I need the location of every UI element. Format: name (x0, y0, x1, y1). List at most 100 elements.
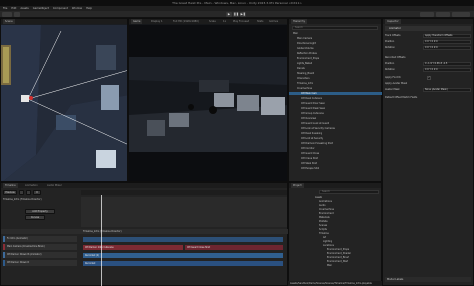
hierarchy-item[interactable]: Main (293, 32, 298, 35)
hierarchy-item[interactable]: Environment_Props (297, 57, 319, 60)
hierarchy-item[interactable]: CM Loot at Security (301, 137, 323, 140)
project-folder[interactable]: Main (327, 264, 332, 267)
tab-animation[interactable]: Animation (23, 183, 40, 188)
track-header[interactable]: Fx Intro (Animator) (3, 236, 77, 242)
project-folder[interactable]: Environment_Shader (327, 252, 351, 255)
resolution-dropdown[interactable]: Full HD (1920x1080) (171, 19, 201, 24)
timeline-clip[interactable]: CM Demon Intro Cutscene (83, 245, 183, 250)
hierarchy-item[interactable]: CM Desk Sneaking (301, 132, 322, 135)
project-folder[interactable]: Scenes (319, 224, 327, 227)
hierarchy-item[interactable]: Global Volume (297, 47, 314, 50)
hierarchy-item[interactable]: CM Diamond Sneaking Shot (301, 142, 333, 145)
animation-curve-area[interactable] (81, 197, 287, 227)
recorded-rotation-field[interactable]: X 0 Y 0 Z 0 (423, 68, 471, 72)
hierarchy-item[interactable]: CM Escape Shot (301, 167, 319, 170)
hierarchy-item[interactable]: CM Guard Desk Seen (301, 107, 325, 110)
scale-value[interactable]: 1x (221, 19, 229, 24)
project-folder[interactable]: Scripts (319, 228, 327, 231)
add-property-button[interactable]: Add Property (25, 209, 55, 214)
project-folder[interactable]: Cinemachine (319, 208, 334, 211)
hierarchy-item[interactable]: CM Group Cutscene (301, 112, 324, 115)
scene-view[interactable]: Scene (0, 18, 128, 182)
tab-project[interactable]: Project (291, 183, 304, 188)
game-viewport[interactable] (129, 25, 288, 182)
scene-viewport[interactable] (1, 25, 128, 182)
search-button[interactable] (452, 12, 470, 17)
rotation-field[interactable]: X 0 Y 0 Z 0 (423, 46, 471, 50)
account-button[interactable] (2, 12, 12, 17)
layout-dropdown[interactable] (436, 12, 450, 17)
component-header[interactable]: Animator (385, 26, 471, 31)
record-button[interactable] (19, 190, 24, 195)
project-folder[interactable]: Environment_Brush (327, 256, 349, 259)
gizmos-button[interactable]: Gizmos (267, 19, 281, 24)
track-offsets-dropdown[interactable]: Apply Transform Offsets (423, 34, 471, 38)
tab-game[interactable]: Game (131, 19, 143, 24)
hierarchy-item[interactable]: Decals (297, 67, 305, 70)
step-button[interactable]: ▶❚ (240, 12, 246, 17)
timeline-clip[interactable]: Recorded (83, 261, 283, 266)
playhead[interactable] (101, 195, 102, 286)
hierarchy-item[interactable]: CM Desk Cutscene (301, 97, 322, 100)
play-focused-dropdown[interactable]: Play Focused (231, 19, 252, 24)
cloud-icon[interactable] (14, 12, 20, 17)
hierarchy-item[interactable]: Directional Light (297, 42, 316, 45)
tab-timeline[interactable]: Timeline (3, 183, 18, 188)
pause-button[interactable]: ❚❚ (233, 12, 239, 17)
layers-dropdown[interactable] (420, 12, 434, 17)
play-timeline-button[interactable] (26, 190, 31, 195)
project-folder[interactable]: Assets (315, 196, 322, 199)
hierarchy-item[interactable]: CM Crane Shot (301, 157, 318, 160)
project-folder[interactable]: Locations (323, 244, 334, 247)
project-folder[interactable]: Animations (319, 200, 332, 203)
tab-inspector[interactable]: Inspector (385, 19, 401, 24)
timeline-clip[interactable]: CM Guard Close Shot (185, 245, 283, 250)
hierarchy-item[interactable]: CM Guard Close (301, 152, 319, 155)
display-dropdown[interactable]: Display 1 (149, 19, 165, 24)
timeline-clip[interactable] (83, 237, 283, 242)
position-field[interactable]: X 0 Y 0 Z 0 (423, 40, 471, 44)
track-header[interactable]: CM Demon Drawn D (3, 260, 77, 266)
project-folder[interactable]: Lighting (323, 240, 332, 243)
project-folder[interactable]: Materials (319, 216, 330, 219)
game-view[interactable]: Game Display 1 Full HD (1920x1080) Scale… (128, 18, 288, 182)
play-button[interactable]: ▶ (226, 12, 232, 17)
tab-audio-mixer[interactable]: Audio Mixer (45, 183, 64, 188)
foot-ik-checkbox[interactable]: ✓ (427, 76, 431, 80)
hierarchy-item-selected[interactable]: CM Main Cam (289, 92, 383, 95)
project-folder[interactable]: Environment (319, 212, 334, 215)
hierarchy-item[interactable]: CM Corridor (301, 147, 315, 150)
hierarchy-item[interactable]: CM Overview (301, 117, 316, 120)
hierarchy-item[interactable]: Stealing_Board (297, 72, 314, 75)
project-folder[interactable]: Audio (319, 204, 326, 207)
project-folder[interactable]: Prefabs (319, 220, 328, 223)
project-folder[interactable]: Timeline (319, 232, 329, 235)
hierarchy-item[interactable]: CM Guard Look at Guard (301, 122, 329, 125)
preview-button[interactable]: Preview (3, 190, 17, 195)
tab-scene[interactable]: Scene (3, 19, 15, 24)
project-folder[interactable]: Art (323, 236, 326, 239)
hierarchy-item[interactable]: Main Camera (297, 37, 312, 40)
avatar-mask-field[interactable]: None (Avatar Mask) (423, 88, 471, 92)
hierarchy-item[interactable]: Lights_Baked (297, 62, 312, 65)
hierarchy-item[interactable]: Cinemachine (297, 87, 312, 90)
hierarchy-item[interactable]: Reflection Probes (297, 52, 317, 55)
track-header[interactable]: Main Camera (Cinemachine Brain) (3, 244, 77, 250)
hierarchy-search-input[interactable]: Search (292, 26, 378, 30)
project-search-input[interactable]: Search (319, 190, 379, 194)
camera-gizmo-icon[interactable] (21, 95, 29, 102)
hierarchy-item[interactable]: Timeline_Intro (297, 82, 313, 85)
timecode-field[interactable]: 0 (33, 190, 41, 195)
project-folder[interactable]: Environment_Props (327, 248, 349, 251)
project-folder[interactable]: Environment_Start (327, 260, 348, 263)
hierarchy-item[interactable]: CM Steal Shot (301, 162, 317, 165)
hierarchy-item[interactable]: CM Guard Door Seen (301, 102, 325, 105)
timeline-clip[interactable]: Recorded (2) (83, 253, 283, 258)
track-header[interactable]: CM Demon Drawn B (Animator) (3, 252, 77, 258)
stats-button[interactable]: Stats (255, 19, 266, 24)
tab-hierarchy[interactable]: Hierarchy (291, 19, 308, 24)
timeline-ruler[interactable] (81, 190, 287, 195)
recorded-position-field[interactable]: X -1.9 Y 0.65 Z -2.5 (423, 62, 471, 66)
hierarchy-item[interactable]: CM Look at Security Cameras (301, 127, 335, 130)
curves-button[interactable]: Curves (25, 215, 45, 220)
